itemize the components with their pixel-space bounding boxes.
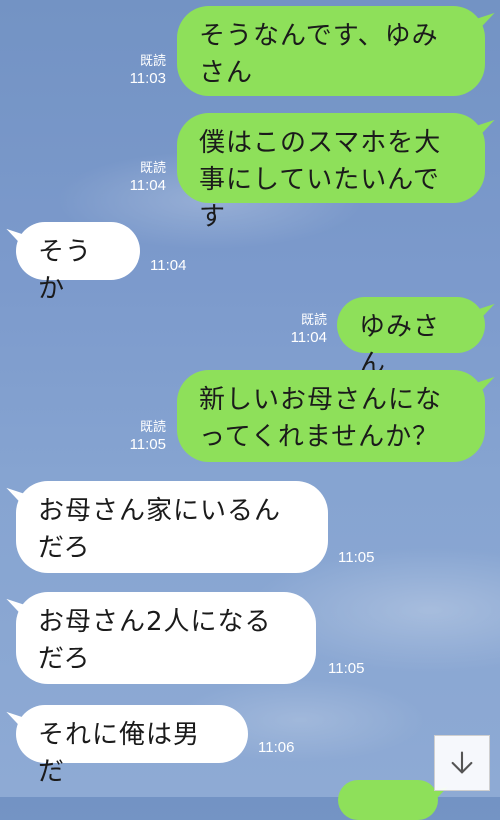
message-text: そうか (38, 237, 93, 304)
incoming-message-bubble[interactable]: お母さん家にいるんだろ (16, 481, 328, 573)
message-text: 新しいお母さんになってくれませんか？ (199, 385, 443, 452)
message-time: 11:04 (150, 257, 187, 274)
message-meta: 11:04 (150, 257, 210, 275)
message-time: 11:06 (258, 739, 295, 756)
read-receipt: 既読 (139, 160, 166, 175)
message-time: 11:05 (328, 660, 365, 677)
message-meta: 既読 11:03 (118, 52, 166, 88)
outgoing-message-bubble-partial[interactable] (338, 780, 438, 820)
message-text: それに俺は男だ (38, 720, 201, 787)
message-time: 11:04 (290, 329, 327, 346)
message-time: 11:03 (129, 70, 166, 87)
scroll-to-bottom-button[interactable] (434, 735, 490, 791)
incoming-message-bubble[interactable]: そうか (16, 222, 140, 304)
message-meta: 既読 11:05 (118, 418, 166, 454)
message-text: お母さん2人になるだろ (38, 607, 272, 674)
read-receipt: 既読 (300, 312, 327, 327)
message-text: 僕はこのスマホを大事にしていたいんです (199, 128, 442, 232)
message-time: 11:04 (129, 177, 166, 194)
message-meta: 11:06 (258, 739, 318, 757)
message-meta: 11:05 (338, 549, 398, 567)
outgoing-message-bubble[interactable]: 僕はこのスマホを大事にしていたいんです (177, 113, 485, 232)
message-meta: 11:05 (328, 660, 388, 678)
message-text: お母さん家にいるんだろ (38, 496, 282, 563)
arrow-down-icon (451, 751, 473, 774)
read-receipt: 既読 (139, 53, 166, 68)
message-text: そうなんです、ゆみさん (199, 21, 439, 88)
message-meta: 既読 11:04 (118, 159, 166, 195)
message-time: 11:05 (129, 436, 166, 453)
message-time: 11:05 (338, 549, 375, 566)
outgoing-message-bubble[interactable]: 新しいお母さんになってくれませんか？ (177, 370, 485, 462)
outgoing-message-bubble[interactable]: そうなんです、ゆみさん (177, 6, 485, 96)
read-receipt: 既読 (139, 419, 166, 434)
message-text: ゆみさん (359, 312, 441, 379)
incoming-message-bubble[interactable]: それに俺は男だ (16, 705, 248, 787)
incoming-message-bubble[interactable]: お母さん2人になるだろ (16, 592, 316, 684)
outgoing-message-bubble[interactable]: ゆみさん (337, 297, 485, 379)
message-meta: 既読 11:04 (279, 311, 327, 347)
